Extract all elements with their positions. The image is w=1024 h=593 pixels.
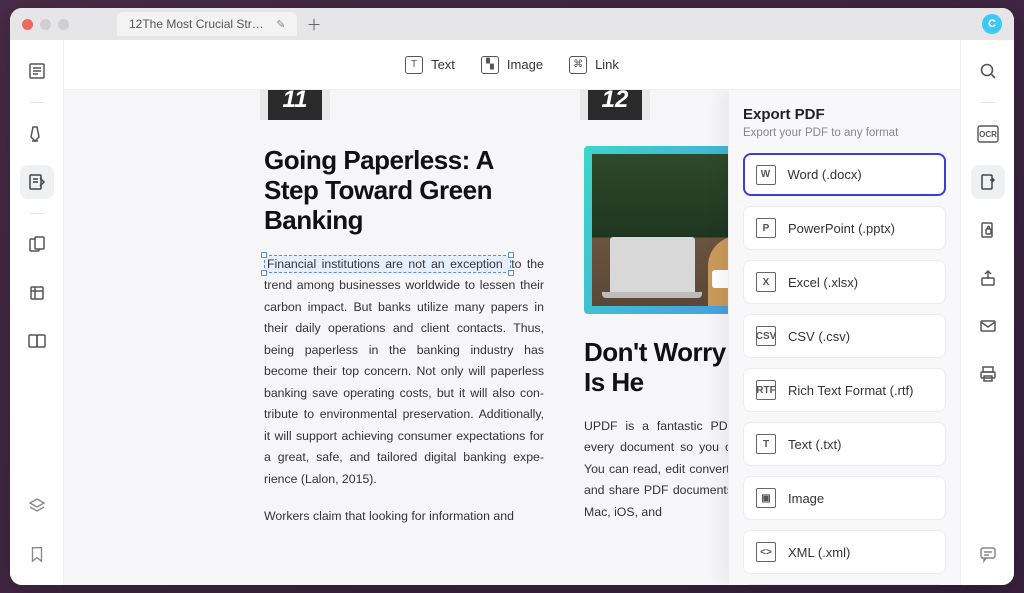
highlight-tool[interactable] [20, 117, 54, 151]
page-title: Going Paperless: A Step Toward Green Ban… [264, 146, 544, 236]
format-icon: W [756, 165, 776, 185]
link-button[interactable]: ⌘ Link [569, 56, 619, 74]
tab-title: 12The Most Crucial Strateg [129, 17, 268, 31]
ocr-icon[interactable]: OCR [971, 117, 1005, 151]
format-icon: T [756, 434, 776, 454]
email-icon[interactable] [971, 309, 1005, 343]
close-light[interactable] [22, 19, 33, 30]
app-body: T Text ▚ Image ⌘ Link 11 Going Paperless… [10, 40, 1014, 585]
app-window: 12The Most Crucial Strateg ✎ ＋ C [10, 8, 1014, 585]
canvas-area: T Text ▚ Image ⌘ Link 11 Going Paperless… [64, 40, 960, 585]
edit-tool[interactable] [20, 165, 54, 199]
print-icon[interactable] [971, 357, 1005, 391]
export-panel: Export PDF Export your PDF to any format… [728, 90, 960, 585]
text-icon: T [405, 56, 423, 74]
image-button[interactable]: ▚ Image [481, 56, 543, 74]
edit-toolbar: T Text ▚ Image ⌘ Link [64, 40, 960, 90]
format-label: Rich Text Format (.rtf) [788, 383, 913, 398]
format-icon: CSV [756, 326, 776, 346]
page-number-badge: 12 [584, 90, 646, 120]
export-format-powerpoint[interactable]: P PowerPoint (.pptx) [743, 206, 946, 250]
separator [30, 102, 44, 103]
organize-tool[interactable] [20, 228, 54, 262]
format-label: Image [788, 491, 824, 506]
avatar[interactable]: C [982, 14, 1002, 34]
tab-strip: 12The Most Crucial Strateg ✎ ＋ [117, 12, 325, 36]
image-icon: ▚ [481, 56, 499, 74]
protect-icon[interactable] [971, 213, 1005, 247]
minimize-light[interactable] [40, 19, 51, 30]
export-format-list: W Word (.docx) P PowerPoint (.pptx) X Excel (… [743, 153, 946, 585]
right-sidebar: OCR [960, 40, 1014, 585]
search-icon[interactable] [971, 54, 1005, 88]
format-label: Word (.docx) [788, 167, 862, 182]
edit-tab-icon: ✎ [276, 18, 285, 31]
link-label: Link [595, 57, 619, 72]
export-format-word[interactable]: W Word (.docx) [743, 153, 946, 196]
body-paragraph: Financial institutions are not an except… [264, 254, 544, 491]
export-format-text[interactable]: T Text (.txt) [743, 422, 946, 466]
export-format-html[interactable]: HHTML (.htm) [743, 584, 946, 585]
separator [981, 102, 995, 103]
image-label: Image [507, 57, 543, 72]
export-format-image[interactable]: ▣ Image [743, 476, 946, 520]
format-icon: X [756, 272, 776, 292]
export-icon[interactable] [971, 165, 1005, 199]
format-label: CSV (.csv) [788, 329, 850, 344]
format-icon: ▣ [756, 488, 776, 508]
export-format-xml[interactable]: <> XML (.xml) [743, 530, 946, 574]
separator [30, 213, 44, 214]
format-label: Text (.txt) [788, 437, 841, 452]
reader-tool[interactable] [20, 54, 54, 88]
page-left: 11 Going Paperless: A Step Toward Green … [264, 90, 544, 528]
svg-text:OCR: OCR [979, 130, 997, 139]
format-icon: RTF [756, 380, 776, 400]
maximize-light[interactable] [58, 19, 69, 30]
export-subtitle: Export your PDF to any format [743, 127, 946, 139]
body-paragraph-2: Workers claim that looking for informati… [264, 506, 544, 528]
document-viewport[interactable]: 11 Going Paperless: A Step Toward Green … [64, 90, 960, 585]
share-icon[interactable] [971, 261, 1005, 295]
left-sidebar [10, 40, 64, 585]
format-icon: P [756, 218, 776, 238]
text-button[interactable]: T Text [405, 56, 455, 74]
crop-tool[interactable] [20, 276, 54, 310]
link-icon: ⌘ [569, 56, 587, 74]
new-tab-button[interactable]: ＋ [303, 13, 325, 35]
format-label: PowerPoint (.pptx) [788, 221, 895, 236]
layers-icon[interactable] [20, 489, 54, 523]
export-format-csv[interactable]: CSV CSV (.csv) [743, 314, 946, 358]
export-format-rich[interactable]: RTF Rich Text Format (.rtf) [743, 368, 946, 412]
selected-text[interactable]: Financial institutions are not an except… [264, 255, 511, 273]
document-tab[interactable]: 12The Most Crucial Strateg ✎ [117, 12, 297, 36]
comment-icon[interactable] [971, 537, 1005, 571]
titlebar: 12The Most Crucial Strateg ✎ ＋ C [10, 8, 1014, 40]
paragraph-rest: to the trend among businesses worldwide … [264, 257, 544, 486]
compare-tool[interactable] [20, 324, 54, 358]
export-title: Export PDF [743, 106, 946, 123]
page-number-badge: 11 [264, 90, 326, 120]
highlighted-text: Financial institutions are not an except… [267, 257, 503, 271]
format-label: Excel (.xlsx) [788, 275, 858, 290]
export-format-excel[interactable]: X Excel (.xlsx) [743, 260, 946, 304]
window-controls [22, 19, 69, 30]
format-label: XML (.xml) [788, 545, 850, 560]
bookmark-icon[interactable] [20, 537, 54, 571]
text-label: Text [431, 57, 455, 72]
format-icon: <> [756, 542, 776, 562]
